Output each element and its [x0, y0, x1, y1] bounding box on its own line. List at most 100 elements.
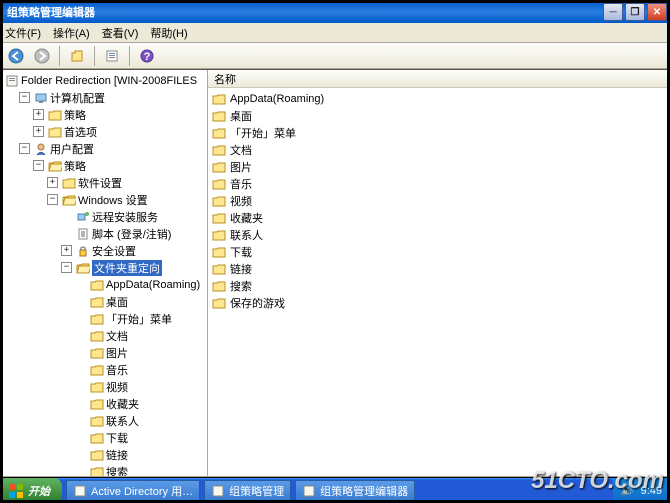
- expand-icon[interactable]: +: [61, 245, 72, 256]
- tree-label: 桌面: [106, 294, 128, 310]
- collapse-icon[interactable]: −: [19, 143, 30, 154]
- collapse-icon[interactable]: −: [61, 262, 72, 273]
- tree-item[interactable]: 脚本 (登录/注销): [61, 225, 205, 242]
- tree-item[interactable]: + 策略: [33, 106, 205, 123]
- list-item[interactable]: AppData(Roaming): [212, 90, 663, 107]
- remote-icon: [76, 210, 90, 224]
- tree-item[interactable]: 图片: [75, 344, 205, 361]
- folder-open-icon: [48, 159, 62, 173]
- up-button[interactable]: [66, 45, 88, 67]
- tree-label: Windows 设置: [78, 192, 148, 208]
- forward-button[interactable]: [31, 45, 53, 67]
- menu-file[interactable]: 文件(F): [5, 25, 41, 41]
- tree-item[interactable]: AppData(Roaming): [75, 276, 205, 293]
- maximize-button[interactable]: ❐: [625, 3, 645, 21]
- item-label: 图片: [230, 159, 252, 175]
- folder-icon: [48, 108, 62, 122]
- list-body[interactable]: AppData(Roaming)桌面「开始」菜单文档图片音乐视频收藏夹联系人下载…: [208, 88, 667, 476]
- tree-label: 用户配置: [50, 141, 94, 157]
- system-tray[interactable]: 🔊 9:49: [613, 478, 670, 503]
- item-label: 收藏夹: [230, 210, 263, 226]
- tree-item[interactable]: −策略: [33, 157, 205, 174]
- tree-item[interactable]: +软件设置: [47, 174, 205, 191]
- folder-icon: [90, 278, 104, 292]
- tree-label: 视频: [106, 379, 128, 395]
- tree-item[interactable]: 远程安装服务: [61, 208, 205, 225]
- tree-root[interactable]: Folder Redirection [WIN-2008FILES: [5, 72, 205, 89]
- folder-icon: [90, 414, 104, 428]
- item-label: 视频: [230, 193, 252, 209]
- tree-item[interactable]: 音乐: [75, 361, 205, 378]
- item-label: 下载: [230, 244, 252, 260]
- tree-item[interactable]: 视频: [75, 378, 205, 395]
- folder-icon: [212, 109, 226, 123]
- tree-item[interactable]: 收藏夹: [75, 395, 205, 412]
- collapse-icon[interactable]: −: [19, 92, 30, 103]
- tree-label: 策略: [64, 107, 86, 123]
- help-button[interactable]: ?: [136, 45, 158, 67]
- menu-help[interactable]: 帮助(H): [150, 25, 187, 41]
- list-item[interactable]: 图片: [212, 158, 663, 175]
- collapse-icon[interactable]: −: [47, 194, 58, 205]
- tray-icon[interactable]: 🔊: [621, 484, 635, 497]
- list-item[interactable]: 视频: [212, 192, 663, 209]
- item-label: 联系人: [230, 227, 263, 243]
- tree-item[interactable]: 搜索: [75, 463, 205, 476]
- folder-icon: [90, 431, 104, 445]
- collapse-icon[interactable]: −: [33, 160, 44, 171]
- tree-item[interactable]: 桌面: [75, 293, 205, 310]
- tree-item[interactable]: 下载: [75, 429, 205, 446]
- folder-icon: [90, 397, 104, 411]
- list-item[interactable]: 下载: [212, 243, 663, 260]
- tree-label: 音乐: [106, 362, 128, 378]
- menubar: 文件(F) 操作(A) 查看(V) 帮助(H): [1, 23, 669, 43]
- expand-icon[interactable]: +: [47, 177, 58, 188]
- list-item[interactable]: 音乐: [212, 175, 663, 192]
- list-item[interactable]: 搜索: [212, 277, 663, 294]
- taskbar-item[interactable]: 组策略管理编辑器: [295, 480, 415, 501]
- list-item[interactable]: 桌面: [212, 107, 663, 124]
- taskbar-item[interactable]: Active Directory 用…: [66, 480, 200, 501]
- menu-view[interactable]: 查看(V): [102, 25, 139, 41]
- tree-item[interactable]: − Windows 设置: [47, 191, 205, 208]
- tree-pane[interactable]: Folder Redirection [WIN-2008FILES − 计算机配…: [3, 70, 208, 476]
- tree-item[interactable]: +首选项: [33, 123, 205, 140]
- list-item[interactable]: 「开始」菜单: [212, 124, 663, 141]
- windows-logo-icon: [8, 483, 24, 499]
- tree-item[interactable]: 文档: [75, 327, 205, 344]
- folder-icon: [212, 126, 226, 140]
- minimize-button[interactable]: ─: [603, 3, 623, 21]
- menu-action[interactable]: 操作(A): [53, 25, 90, 41]
- folder-icon: [212, 177, 226, 191]
- clock[interactable]: 9:49: [641, 485, 662, 497]
- folder-icon: [212, 211, 226, 225]
- column-header-name[interactable]: 名称: [208, 70, 667, 88]
- folder-open-icon: [62, 193, 76, 207]
- properties-button[interactable]: [101, 45, 123, 67]
- tree-computer-config[interactable]: − 计算机配置: [19, 89, 205, 106]
- toolbar: ?: [1, 43, 669, 69]
- back-button[interactable]: [5, 45, 27, 67]
- expand-icon[interactable]: +: [33, 126, 44, 137]
- list-item[interactable]: 联系人: [212, 226, 663, 243]
- tree-label: 联系人: [106, 413, 139, 429]
- tree-item[interactable]: 「开始」菜单: [75, 310, 205, 327]
- folder-icon: [212, 143, 226, 157]
- tree-label: 图片: [106, 345, 128, 361]
- item-label: 音乐: [230, 176, 252, 192]
- tree-item[interactable]: 链接: [75, 446, 205, 463]
- tree-label: AppData(Roaming): [106, 279, 200, 291]
- tree-item[interactable]: 联系人: [75, 412, 205, 429]
- start-button[interactable]: 开始: [0, 478, 62, 503]
- close-button[interactable]: ✕: [647, 3, 667, 21]
- list-item[interactable]: 文档: [212, 141, 663, 158]
- tree-item[interactable]: +安全设置: [61, 242, 205, 259]
- tree-user-config[interactable]: − 用户配置: [19, 140, 205, 157]
- expand-icon[interactable]: +: [33, 109, 44, 120]
- list-item[interactable]: 链接: [212, 260, 663, 277]
- tree-folder-redirection[interactable]: −文件夹重定向: [61, 259, 205, 276]
- list-item[interactable]: 收藏夹: [212, 209, 663, 226]
- taskbar-item[interactable]: 组策略管理: [204, 480, 291, 501]
- list-item[interactable]: 保存的游戏: [212, 294, 663, 311]
- tree-label: 脚本 (登录/注销): [92, 226, 171, 242]
